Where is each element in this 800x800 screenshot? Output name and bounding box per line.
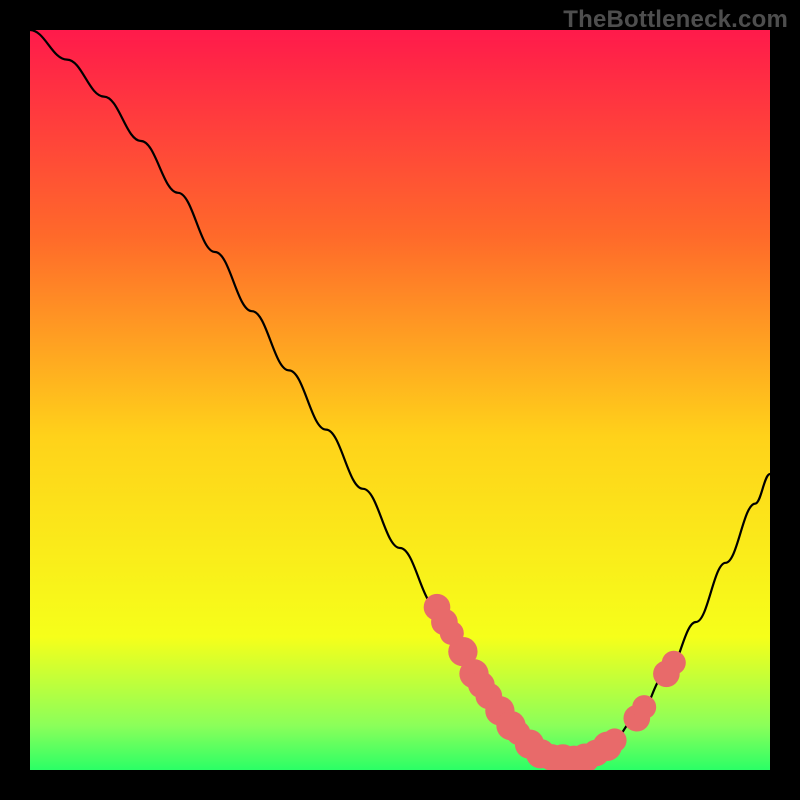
data-marker [632,695,656,719]
data-marker [603,728,627,752]
chart-frame [30,30,770,770]
data-marker [662,651,686,675]
bottleneck-chart [30,30,770,770]
